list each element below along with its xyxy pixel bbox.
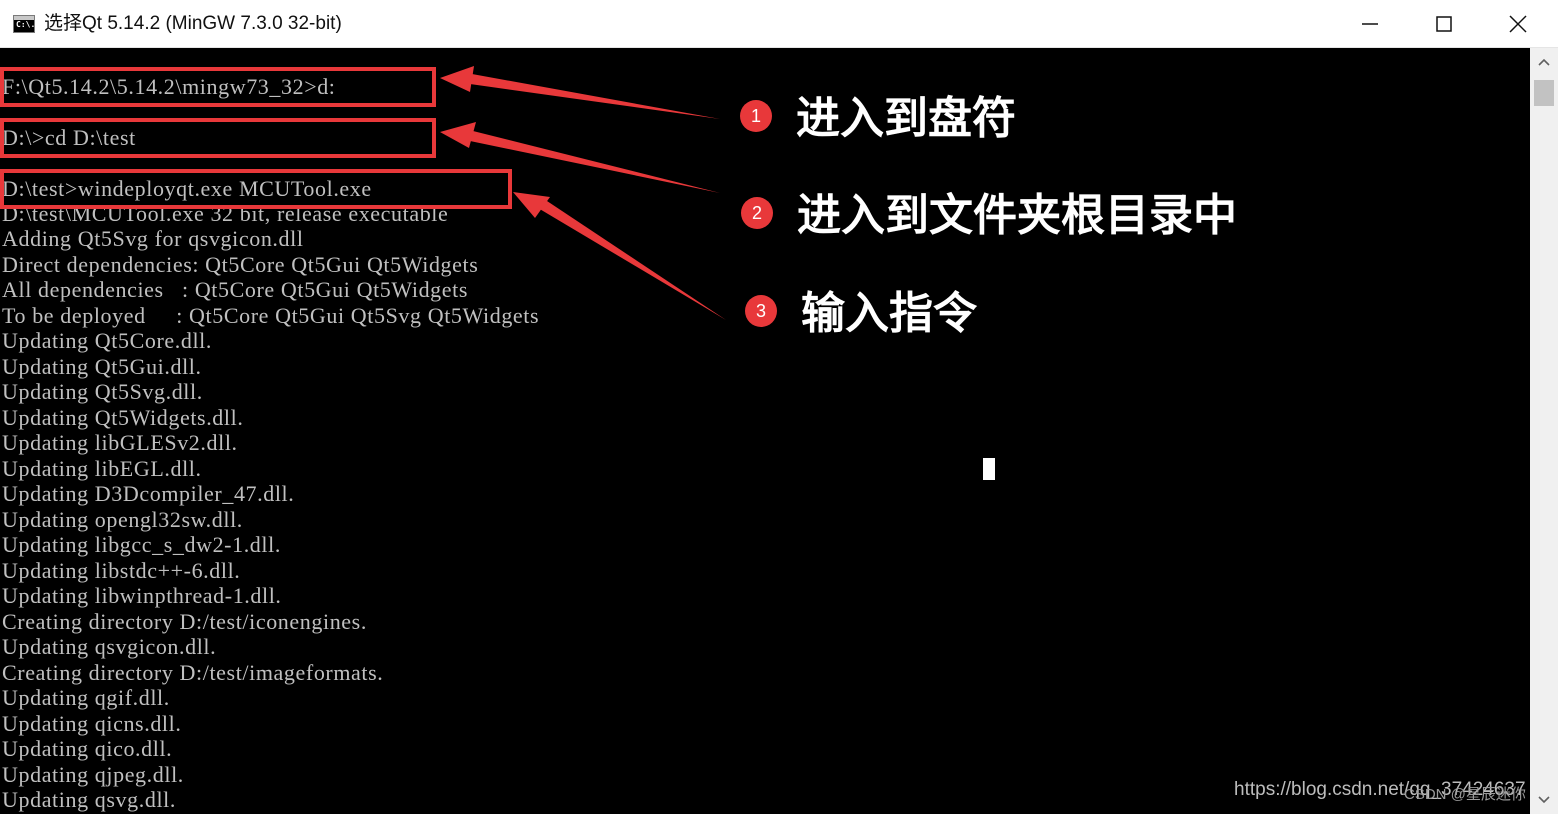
close-button[interactable] bbox=[1481, 0, 1555, 48]
step-label-1: 进入到盘符 bbox=[796, 93, 1016, 144]
chevron-down-icon bbox=[1538, 796, 1550, 804]
vertical-scrollbar[interactable] bbox=[1530, 48, 1558, 814]
highlight-box-step-3 bbox=[0, 169, 512, 209]
console-line: Updating Qt5Svg.dll. bbox=[2, 379, 203, 404]
minimize-icon bbox=[1362, 23, 1378, 25]
highlight-box-step-1 bbox=[0, 67, 436, 107]
console-line: Updating libstdc++-6.dll. bbox=[2, 558, 241, 583]
chevron-up-icon bbox=[1538, 58, 1550, 66]
text-cursor bbox=[983, 458, 995, 480]
scroll-down-button[interactable] bbox=[1530, 786, 1558, 814]
console-icon[interactable]: C:\. bbox=[13, 15, 35, 33]
console-line: Updating Qt5Widgets.dll. bbox=[2, 405, 244, 430]
console-line: Updating qsvgicon.dll. bbox=[2, 634, 217, 659]
console-output[interactable]: F:\Qt5.14.2\5.14.2\mingw73_32>d: D:\>cd … bbox=[0, 48, 1530, 814]
console-line: Updating libwinpthread-1.dll. bbox=[2, 583, 282, 608]
step-badge-1: 1 bbox=[740, 100, 772, 132]
console-window: C:\. 选择Qt 5.14.2 (MinGW 7.3.0 32-bit) F:… bbox=[0, 0, 1558, 814]
watermark-author: CSDN @星辰迷你 bbox=[1404, 786, 1526, 803]
console-line: To be deployed : Qt5Core Qt5Gui Qt5Svg Q… bbox=[2, 303, 540, 328]
step-label-3: 输入指令 bbox=[801, 288, 977, 339]
console-line: Updating qico.dll. bbox=[2, 736, 173, 761]
step-label-2: 进入到文件夹根目录中 bbox=[797, 190, 1237, 241]
title-bar[interactable]: C:\. 选择Qt 5.14.2 (MinGW 7.3.0 32-bit) bbox=[0, 0, 1558, 48]
console-line: Direct dependencies: Qt5Core Qt5Gui Qt5W… bbox=[2, 252, 479, 277]
console-line: Updating D3Dcompiler_47.dll. bbox=[2, 481, 295, 506]
console-line: Updating libEGL.dll. bbox=[2, 456, 202, 481]
console-icon-text: C:\. bbox=[16, 20, 36, 29]
step-badge-2: 2 bbox=[741, 197, 773, 229]
console-line: Adding Qt5Svg for qsvgicon.dll bbox=[2, 226, 304, 251]
close-icon bbox=[1509, 15, 1527, 33]
console-line: Creating directory D:/test/iconengines. bbox=[2, 609, 367, 634]
console-line: Updating libgcc_s_dw2-1.dll. bbox=[2, 532, 281, 557]
maximize-button[interactable] bbox=[1407, 0, 1481, 48]
console-line: Updating Qt5Core.dll. bbox=[2, 328, 212, 353]
minimize-button[interactable] bbox=[1333, 0, 1407, 48]
console-line: All dependencies : Qt5Core Qt5Gui Qt5Wid… bbox=[2, 277, 469, 302]
scroll-thumb[interactable] bbox=[1534, 80, 1554, 106]
console-line: Updating qicns.dll. bbox=[2, 711, 182, 736]
scroll-up-button[interactable] bbox=[1530, 48, 1558, 76]
highlight-box-step-2 bbox=[0, 118, 436, 158]
console-line: Updating libGLESv2.dll. bbox=[2, 430, 238, 455]
window-title: 选择Qt 5.14.2 (MinGW 7.3.0 32-bit) bbox=[44, 13, 342, 34]
console-line: Updating Qt5Gui.dll. bbox=[2, 354, 202, 379]
console-line: Updating qsvg.dll. bbox=[2, 787, 176, 812]
step-badge-3: 3 bbox=[745, 295, 777, 327]
console-line: Updating qgif.dll. bbox=[2, 685, 170, 710]
console-line: Updating qjpeg.dll. bbox=[2, 762, 184, 787]
console-line: Creating directory D:/test/imageformats. bbox=[2, 660, 384, 685]
maximize-icon bbox=[1436, 16, 1452, 32]
console-line: Updating opengl32sw.dll. bbox=[2, 507, 243, 532]
